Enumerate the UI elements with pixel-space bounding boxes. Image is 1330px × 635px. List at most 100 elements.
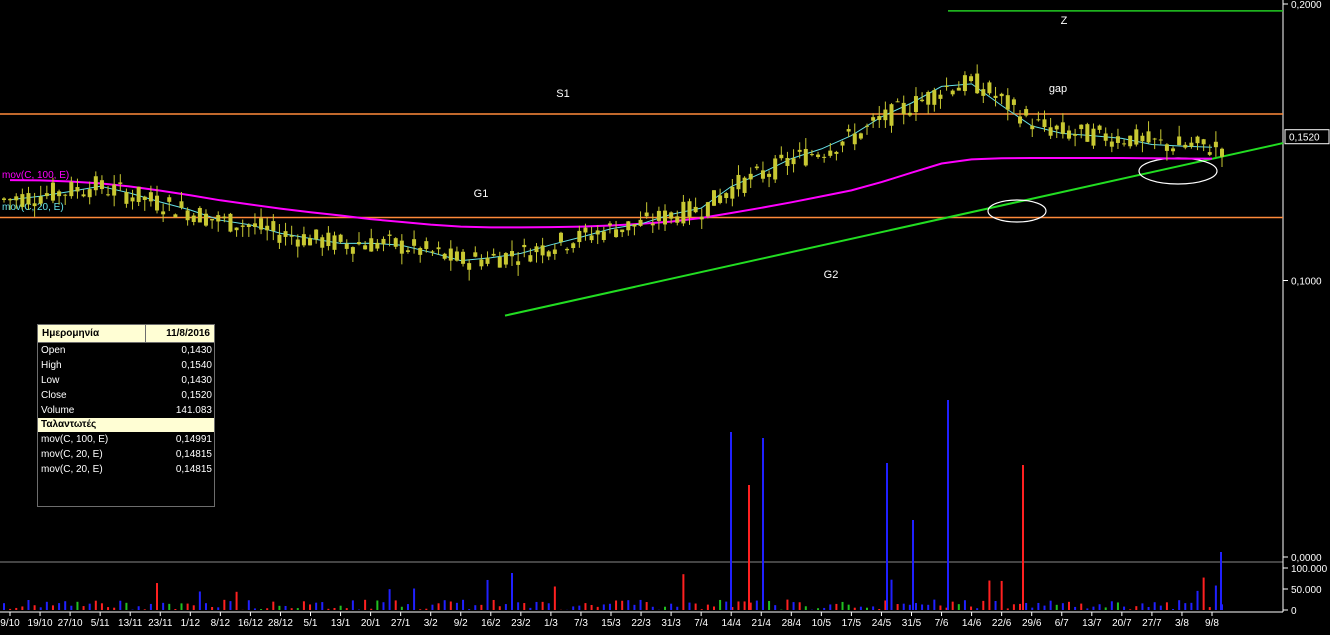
candle-body [858, 133, 863, 139]
candle-body [1152, 138, 1157, 140]
candle-body [1115, 136, 1120, 143]
candle-body [975, 73, 980, 94]
candle-body [1171, 148, 1176, 152]
candle-body [1128, 135, 1133, 147]
series-legend-label: mov(C, 100, E) [2, 170, 69, 181]
candle-body [167, 197, 172, 202]
candle-body [907, 112, 912, 116]
candle-body [865, 125, 870, 127]
candle-body [1091, 128, 1096, 146]
indicator-row: mov(C, 20, E) 0,14815 [38, 462, 214, 477]
candle-body [203, 213, 208, 226]
candle-body [626, 221, 631, 231]
candle-body [467, 263, 472, 270]
volume-value: 141.083 [175, 405, 212, 416]
indicator-value: 0,14815 [175, 449, 212, 460]
candle-body [1213, 141, 1218, 148]
candle-body [614, 229, 619, 238]
candle-body [969, 76, 974, 82]
candle-body [375, 242, 380, 249]
time-tick-label: 8/12 [211, 618, 231, 629]
candle-body [773, 158, 778, 180]
candle-body [699, 216, 704, 220]
price-tick-label: 0,1000 [1291, 277, 1322, 288]
time-tick-label: 23/2 [511, 618, 531, 629]
info-row-close: Close 0,1520 [38, 388, 214, 403]
candle-body [920, 99, 925, 102]
data-window-panel: Ημερομηνία 11/8/2016 Open 0,1430 High 0,… [37, 324, 215, 507]
candle-body [1079, 124, 1084, 130]
price-chart[interactable]: 0,2000 0,1000 0,0000 0,1520 100.000 50.000 0 9/… [0, 0, 1330, 630]
candle-body [1195, 136, 1200, 144]
chart-canvas[interactable]: 0,2000 0,1000 0,0000 0,1520 100.000 50.000 0 9/… [0, 0, 1330, 630]
indicator-label: mov(C, 100, E) [41, 434, 109, 445]
time-tick-label: 17/5 [842, 618, 862, 629]
candle-body [748, 173, 753, 180]
candle-body [301, 234, 306, 246]
info-row-low: Low 0,1430 [38, 373, 214, 388]
candle-body [461, 251, 466, 264]
candle-body [999, 93, 1004, 97]
candle-body [57, 191, 62, 197]
candle-body [87, 189, 92, 198]
time-tick-label: 20/7 [1112, 618, 1132, 629]
candle-body [962, 75, 967, 92]
time-tick-label: 27/10 [58, 618, 83, 629]
candle-body [1060, 122, 1065, 134]
candle-body [363, 245, 368, 250]
candle-body [913, 96, 918, 113]
time-tick-label: 14/6 [962, 618, 982, 629]
candle-body [993, 95, 998, 98]
time-tick-label: 20/1 [361, 618, 381, 629]
time-tick-label: 28/4 [782, 618, 802, 629]
time-tick-label: 16/12 [238, 618, 263, 629]
time-tick-label: 9/10 [0, 618, 20, 629]
candle-body [424, 241, 429, 249]
time-tick-label: 13/7 [1082, 618, 1102, 629]
close-value: 0,1520 [181, 390, 212, 401]
candle-body [607, 223, 612, 226]
candle-body [1018, 116, 1023, 124]
candle-body [412, 239, 417, 246]
candle-body [20, 194, 25, 207]
candle-body [1220, 148, 1224, 157]
indicator-value: 0,14991 [175, 434, 212, 445]
candle-body [803, 148, 808, 166]
candle-body [1024, 109, 1029, 116]
candle-body [705, 202, 710, 217]
candle-body [785, 158, 790, 166]
candle-body [63, 194, 68, 196]
candle-body [571, 243, 576, 249]
candle-body [754, 166, 759, 169]
candle-body [1146, 131, 1151, 143]
candle-body [436, 247, 441, 250]
last-price-label: 0,1520 [1289, 133, 1320, 144]
candle-body [1048, 127, 1053, 136]
candle-body [1134, 129, 1139, 145]
annotation-label-g1: G1 [474, 188, 489, 200]
candle-body [479, 259, 484, 267]
candle-body [681, 201, 686, 224]
candle-body [430, 251, 435, 253]
candle-body [932, 90, 937, 105]
candle-body [271, 221, 276, 231]
time-tick-label: 28/12 [268, 618, 293, 629]
candle-body [687, 201, 692, 217]
highlight-ellipse [1138, 157, 1218, 185]
candle-body [136, 186, 141, 203]
candle-body [724, 193, 729, 199]
candle-body [950, 90, 955, 95]
candle-body [877, 116, 882, 120]
candle-body [1164, 144, 1169, 151]
candle-body [901, 102, 906, 115]
candle-body [1030, 125, 1035, 130]
candle-body [497, 256, 502, 268]
candle-body [589, 235, 594, 241]
candle-body [987, 82, 992, 94]
candle-body [197, 207, 202, 223]
time-tick-label: 7/4 [694, 618, 708, 629]
candle-body [1158, 139, 1163, 141]
time-tick-label: 3/2 [424, 618, 438, 629]
candle-body [1073, 134, 1078, 136]
data-window-header: Ημερομηνία 11/8/2016 [38, 325, 214, 343]
